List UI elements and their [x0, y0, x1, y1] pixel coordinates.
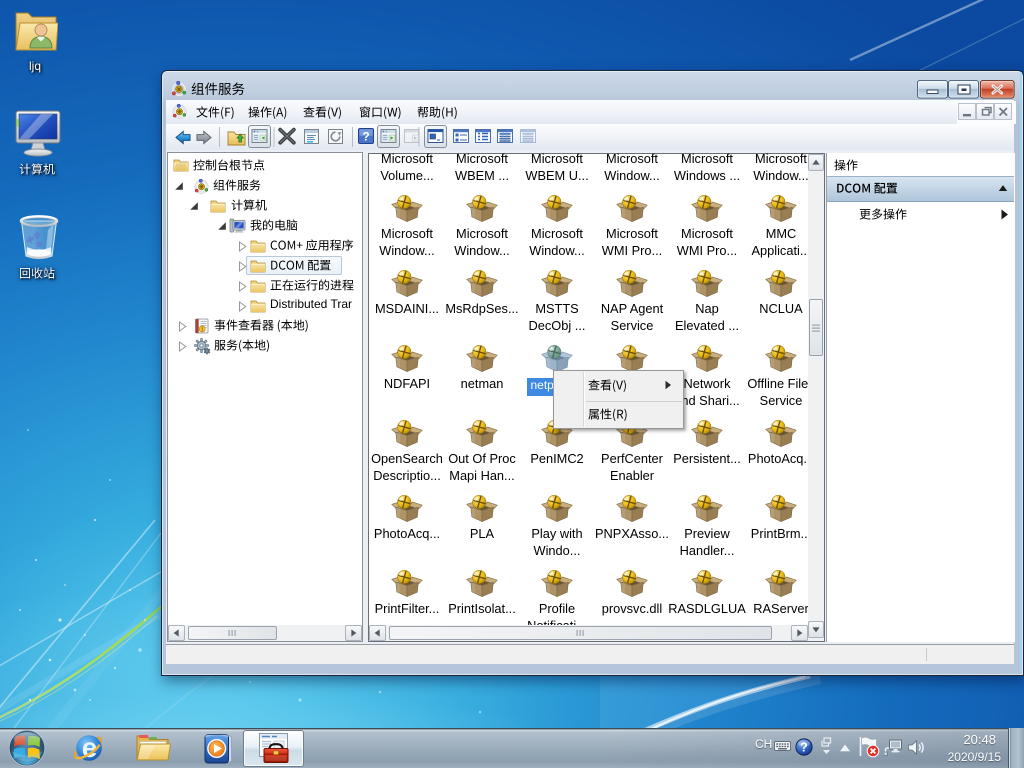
- svg-text:?: ?: [362, 130, 369, 144]
- svg-text:?: ?: [800, 741, 808, 755]
- svg-text:e: e: [82, 732, 98, 763]
